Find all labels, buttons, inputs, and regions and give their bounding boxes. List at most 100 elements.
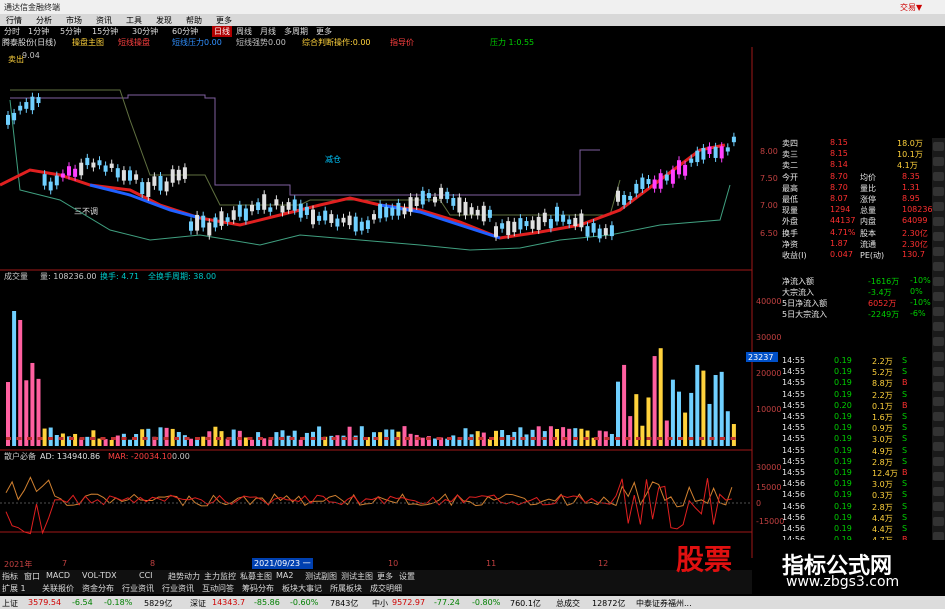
quote-row: 换手 4.71% 股本 2.30亿	[782, 227, 928, 238]
watermark-text: 股票	[676, 543, 733, 576]
flow-row: 大宗流入 -3.4万 0%	[782, 287, 923, 297]
indicator-tab[interactable]: 测试副图	[305, 571, 337, 582]
quote-row: 收益(I) 0.047 PE(动) 130.7	[782, 250, 925, 260]
tool-icon[interactable]	[933, 472, 944, 481]
tick-row: 14:55 0.19 2.2万 S	[782, 389, 908, 400]
indicator-tab[interactable]: CCI	[139, 571, 153, 580]
tool-icon[interactable]	[933, 172, 944, 181]
tick-row: 14:55 0.19 4.9万 S	[782, 445, 908, 456]
quote-row: 卖四 8.15 18.0万	[782, 138, 923, 148]
tool-icon[interactable]	[933, 517, 944, 526]
tick-row: 14:56 0.19 2.8万 S	[782, 501, 908, 512]
extension-tab[interactable]: 关联报价	[42, 583, 74, 594]
turnover-cycle: 全换手周期: 38.00	[148, 271, 216, 281]
tool-icon[interactable]	[933, 502, 944, 511]
sz-percent: -0.60%	[290, 598, 319, 607]
tool-icon[interactable]	[933, 277, 944, 286]
indicator-tab[interactable]: 主力监控	[204, 571, 236, 582]
tool-icon[interactable]	[933, 337, 944, 346]
tick-row: 14:56 0.19 3.0万 S	[782, 479, 908, 490]
indicator-tabs: 指标 窗口 MACD VOL-TDX CCI 趋势动力 主力监控 私募主图 MA2 测试副图 测试主…	[0, 570, 752, 582]
extension-tab[interactable]: 所属板块	[330, 583, 362, 594]
quote-row: 卖二 8.14 4.1万	[782, 160, 918, 171]
indicator-tab[interactable]: VOL-TDX	[82, 571, 117, 580]
tool-icon[interactable]	[933, 442, 944, 451]
tick-row: 14:55 0.19 0.9万 S	[782, 423, 908, 434]
tool-icon[interactable]	[933, 352, 944, 361]
tool-icon[interactable]	[933, 382, 944, 391]
quote-row: 卖三 8.15 10.1万	[782, 149, 923, 160]
zx-value: 9572.97	[392, 598, 426, 607]
tool-icon[interactable]	[933, 307, 944, 316]
indicator-tab[interactable]: 指标	[2, 571, 18, 582]
extension-tab[interactable]: 扩展 1	[2, 583, 26, 594]
quote-panel: 卖四 8.15 18.0万 卖三 8.15 10.1万 卖二 8.14 4.1万 今开 8.70 均价…	[752, 138, 945, 608]
osc-v: 0.00	[172, 452, 190, 461]
tick-row: 14:56 0.19 4.4万 S	[782, 524, 908, 534]
extension-tab[interactable]: 筹码分布	[242, 583, 274, 594]
tick-row: 14:55 0.19 5.2万 S	[782, 367, 908, 378]
flow-row: 5日大宗流入 -2249万 -6%	[782, 309, 926, 319]
broker-name: 中泰证券福州...	[636, 599, 692, 608]
date-year: 2021年	[4, 560, 33, 569]
tool-icon[interactable]	[933, 262, 944, 271]
date-month-11: 11	[486, 559, 497, 568]
sh-name: 上证	[2, 599, 18, 608]
tick-row: 14:55 0.19 12.4万 B	[782, 468, 908, 478]
indicator-tab[interactable]: 测试主图	[341, 571, 373, 582]
indicator-tab[interactable]: 设置	[399, 571, 415, 582]
extension-tab[interactable]: 成交明细	[370, 583, 402, 594]
tool-icon[interactable]	[933, 202, 944, 211]
buy-signal-label: 三不调	[74, 207, 98, 216]
tick-row: 14:55 0.19 2.8万 S	[782, 456, 908, 467]
tool-icon[interactable]	[933, 292, 944, 301]
status-bar: 上证 3579.54 -6.54 -0.18% 5829亿 深证 14343.7…	[0, 596, 945, 609]
osc-ad: AD: 134940.86	[40, 452, 100, 461]
tool-icon[interactable]	[933, 367, 944, 376]
indicator-tab[interactable]: MA2	[276, 571, 293, 580]
extension-tab[interactable]: 行业资讯	[162, 583, 194, 594]
indicator-tab[interactable]: 窗口	[24, 571, 40, 582]
tool-icon[interactable]	[933, 457, 944, 466]
indicator-tab[interactable]: 私募主图	[240, 571, 272, 582]
zx-name: 中小	[372, 599, 388, 608]
high-price-label: 9.04	[22, 51, 40, 60]
quote-row: 外盘 44137 内盘 64099	[782, 216, 928, 227]
quote-row: 现量 1294 总量 108236	[782, 205, 933, 216]
tool-icon[interactable]	[933, 217, 944, 226]
indicator-tab[interactable]: 更多	[377, 571, 393, 582]
tool-icon[interactable]	[933, 187, 944, 196]
extension-tab[interactable]: 行业资讯	[122, 583, 154, 594]
oscillator-panel	[0, 476, 752, 535]
tool-icon[interactable]	[933, 397, 944, 406]
date-cursor: 2021/09/23 一	[252, 558, 313, 569]
date-month-10: 10	[388, 559, 399, 568]
volume-panel	[6, 311, 736, 446]
reduce-signal-label: 减仓	[325, 154, 341, 164]
tool-icon[interactable]	[933, 232, 944, 241]
indicator-tab[interactable]: MACD	[46, 571, 70, 580]
zx-percent: -0.80%	[472, 598, 501, 607]
sz-name: 深证	[190, 599, 206, 608]
tick-row: 14:56 0.19 0.3万 S	[782, 490, 908, 501]
volume-value: 量: 108236.00	[40, 272, 97, 281]
tool-icon[interactable]	[933, 322, 944, 331]
tool-icon[interactable]	[933, 427, 944, 436]
tick-row: 14:55 0.19 3.0万 S	[782, 434, 908, 445]
zx-change: -77.24	[434, 598, 460, 607]
tool-icon[interactable]	[933, 157, 944, 166]
tick-row: 14:55 0.19 2.2万 S	[782, 356, 908, 366]
tool-icon[interactable]	[933, 142, 944, 151]
tool-icon[interactable]	[933, 487, 944, 496]
sh-change: -6.54	[72, 598, 93, 607]
extension-tab[interactable]: 板块大事记	[282, 583, 322, 594]
tool-icon[interactable]	[933, 247, 944, 256]
extension-tab[interactable]: 资金分布	[82, 583, 114, 594]
indicator-tab[interactable]: 趋势动力	[168, 571, 200, 582]
tick-row: 14:55 0.19 8.8万 B	[782, 378, 908, 389]
flow-row: 5日净流入额 6052万 -10%	[782, 298, 931, 308]
total-value: 12872亿	[592, 599, 626, 608]
tool-icon[interactable]	[933, 412, 944, 421]
sell-signal-label: 卖出	[8, 54, 24, 64]
extension-tab[interactable]: 互动问答	[202, 583, 234, 594]
